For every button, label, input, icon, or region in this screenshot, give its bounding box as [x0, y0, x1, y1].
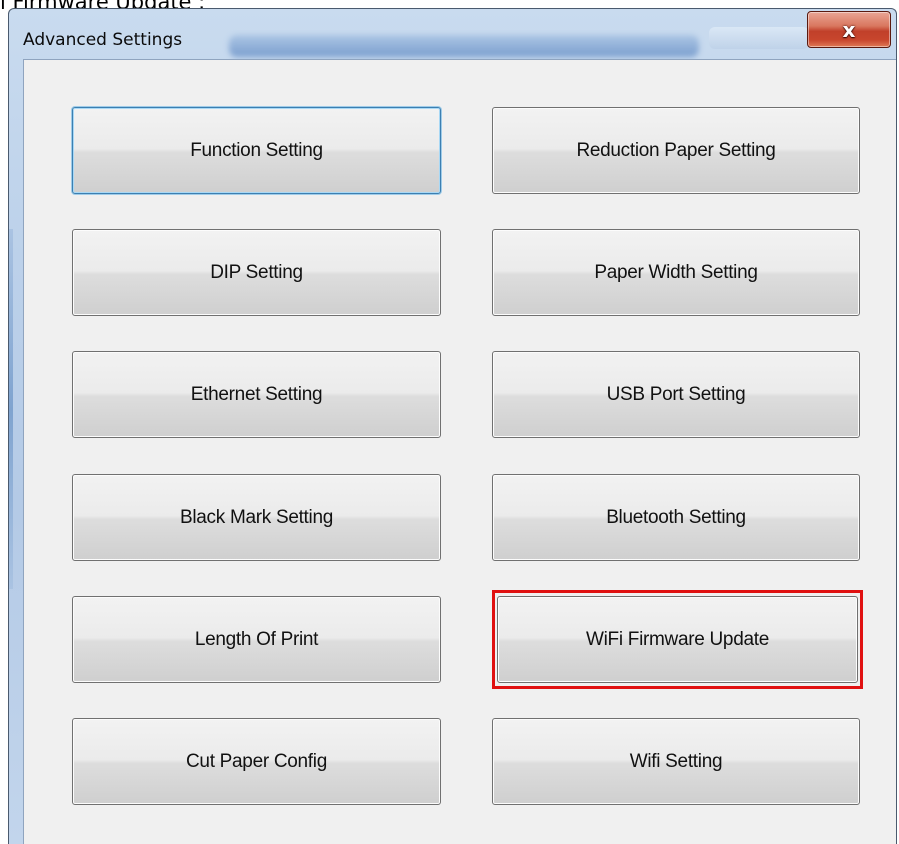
function-setting-button[interactable]: Function Setting [72, 107, 441, 194]
title-bar[interactable]: Advanced Settings x [9, 9, 896, 57]
reduction-paper-setting-button[interactable]: Reduction Paper Setting [492, 107, 860, 194]
title-bar-glow-right [709, 27, 809, 49]
paper-width-setting-button[interactable]: Paper Width Setting [492, 229, 860, 316]
usb-port-setting-button[interactable]: USB Port Setting [492, 351, 860, 438]
window-title: Advanced Settings [23, 30, 183, 50]
length-of-print-button[interactable]: Length Of Print [72, 596, 441, 683]
ethernet-setting-button[interactable]: Ethernet Setting [72, 351, 441, 438]
title-bar-glow [229, 35, 699, 57]
dip-setting-button[interactable]: DIP Setting [72, 229, 441, 316]
black-mark-setting-button[interactable]: Black Mark Setting [72, 474, 441, 561]
window-frame-accent [9, 229, 13, 589]
wifi-setting-button[interactable]: Wifi Setting [492, 718, 860, 805]
close-icon: x [842, 17, 856, 42]
wifi-firmware-update-button[interactable]: WiFi Firmware Update [497, 596, 858, 683]
bluetooth-setting-button[interactable]: Bluetooth Setting [492, 474, 860, 561]
close-button[interactable]: x [807, 11, 891, 48]
cut-paper-config-button[interactable]: Cut Paper Config [72, 718, 441, 805]
